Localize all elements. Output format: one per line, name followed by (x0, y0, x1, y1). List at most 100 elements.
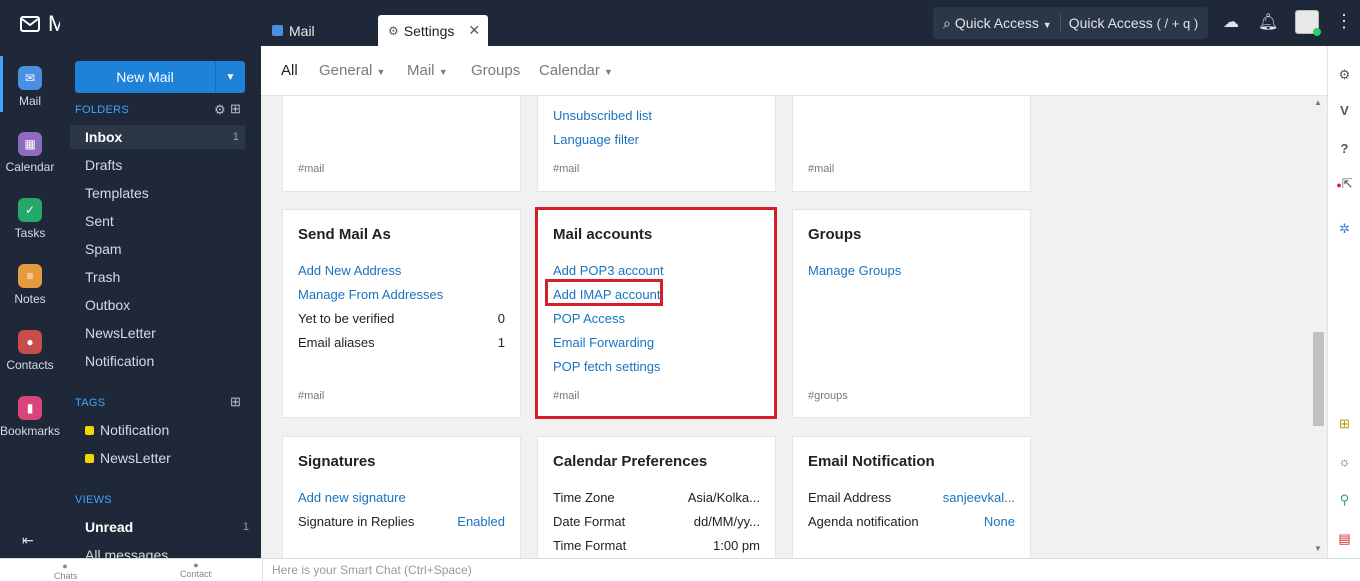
avatar[interactable] (1295, 10, 1321, 36)
chat-icon: ● (62, 561, 68, 571)
settings-gear-icon[interactable]: ⚙ (1328, 67, 1360, 83)
filter-groups[interactable]: Groups (471, 62, 520, 79)
contacts-icon: ● (18, 330, 42, 354)
tab-mail[interactable]: Mail (261, 15, 378, 46)
card-title: Calendar Preferences (553, 453, 708, 470)
tasks-icon: ✓ (18, 198, 42, 222)
unsubscribed-list-link[interactable]: Unsubscribed list (553, 106, 760, 126)
filter-calendar[interactable]: Calendar ▼ (539, 62, 613, 79)
close-tab-icon[interactable]: ✕ (468, 22, 480, 39)
folder-notification[interactable]: Notification (85, 349, 255, 373)
new-mail-button[interactable]: New Mail ▼ (75, 61, 245, 93)
rail-item-calendar[interactable]: ▦ Calendar (0, 132, 60, 174)
folder-spam[interactable]: Spam (85, 237, 255, 261)
folder-drafts[interactable]: Drafts (85, 153, 255, 177)
notification-bell-icon[interactable]: 🔔︎ (1258, 12, 1278, 32)
quick-access-dropdown[interactable]: Quick Access ▼ (955, 15, 1052, 31)
signature-replies-toggle[interactable]: Enabled (457, 512, 505, 532)
filter-label: General (319, 62, 373, 79)
send-mail-as-card: Send Mail As Add New Address Manage From… (282, 209, 521, 418)
language-filter-link[interactable]: Language filter (553, 130, 760, 150)
scroll-down-icon[interactable]: ▼ (1314, 544, 1322, 553)
right-tool-rail: ⚙ V ? ●⇱ ✲ ⊞ ☼ ⚲ ▤ (1327, 46, 1360, 558)
folder-outbox[interactable]: Outbox (85, 293, 255, 317)
folder-sent[interactable]: Sent (85, 209, 255, 233)
new-feature-icon[interactable]: ⚲ (1328, 492, 1360, 508)
add-tag-icon[interactable]: ⊞ (230, 394, 241, 410)
integrations-icon[interactable]: ✲ (1328, 221, 1360, 237)
smart-chat-input[interactable]: Here is your Smart Chat (Ctrl+Space) (262, 559, 1360, 581)
search-icon: ⌕ (943, 14, 951, 31)
chats-button[interactable]: ● Chats (54, 561, 78, 581)
folder-trash[interactable]: Trash (85, 265, 255, 289)
app-grid-icon[interactable]: ⋮⋮⋮ (1335, 11, 1360, 32)
sticky-note-icon[interactable]: ⊞ (1328, 416, 1360, 432)
filter-all[interactable]: All (281, 62, 298, 79)
setting-label: Agenda notification (808, 514, 919, 529)
rail-item-bookmarks[interactable]: ▮ Bookmarks (0, 396, 60, 438)
tag-notification[interactable]: Notification (85, 418, 255, 442)
folder-inbox[interactable]: Inbox 1 (70, 125, 245, 149)
manage-from-addresses-link[interactable]: Manage From Addresses (298, 285, 505, 305)
tag-label: NewsLetter (100, 450, 171, 466)
agenda-notification-value[interactable]: None (984, 512, 1015, 532)
link-label: Manage From Addresses (298, 287, 444, 302)
setting-row: Time Zone Asia/Kolka... (553, 488, 760, 508)
card-hashtag: #mail (298, 163, 325, 175)
mail-icon: ✉ (18, 66, 42, 90)
tab-settings[interactable]: ⚙ Settings ✕ (378, 15, 488, 46)
setting-label: Signature in Replies (298, 514, 415, 529)
add-imap-highlight (545, 279, 663, 306)
zia-icon[interactable]: V (1328, 103, 1360, 118)
folder-sidebar: New Mail ▼ FOLDERS ⚙ ⊞ Inbox 1 Drafts Te… (60, 0, 261, 558)
tag-newsletter[interactable]: NewsLetter (85, 446, 255, 470)
scroll-up-icon[interactable]: ▲ (1314, 98, 1322, 107)
calendar-preferences-card: Calendar Preferences Time Zone Asia/Kolka… (537, 436, 776, 558)
rail-label: Contacts (6, 358, 54, 372)
rail-item-contacts[interactable]: ● Contacts (0, 330, 60, 372)
setting-value: 1:00 pm (713, 538, 760, 553)
groups-card: Groups Manage Groups #groups (792, 209, 1031, 418)
filter-mail[interactable]: Mail ▼ (407, 62, 448, 79)
new-mail-dropdown[interactable]: ▼ (215, 61, 245, 93)
scrollbar-thumb[interactable] (1313, 332, 1324, 426)
gear-icon: ⚙ (388, 23, 399, 38)
folder-settings-icon[interactable]: ⚙ (214, 102, 226, 118)
folder-label: Spam (85, 241, 122, 257)
email-address-value[interactable]: sanjeevkal... (943, 488, 1015, 508)
setting-row: Signature in Replies Enabled (298, 512, 505, 532)
vertical-scrollbar[interactable]: ▲ ▼ (1310, 96, 1327, 558)
rail-item-notes[interactable]: ≡ Notes (0, 264, 60, 306)
contacts-button[interactable]: ● Contacts (180, 561, 212, 581)
card-hashtag: #mail (553, 163, 580, 175)
view-all-messages[interactable]: All messages (85, 543, 255, 558)
tag-label: Notification (100, 422, 170, 438)
quick-access-search[interactable]: Quick Access ( / + q ) (1069, 15, 1198, 31)
whats-new-icon[interactable]: ●⇱ (1328, 176, 1360, 192)
tab-label: Settings (403, 22, 455, 39)
cloud-sync-icon[interactable]: ☁ (1223, 12, 1239, 32)
chevron-down-icon: ▼ (604, 67, 613, 77)
feedback-icon[interactable]: ▤ (1328, 531, 1360, 547)
help-icon[interactable]: ? (1328, 141, 1360, 156)
folder-templates[interactable]: Templates (85, 181, 255, 205)
rail-label: Bookmarks (0, 424, 61, 438)
chevron-down-icon: ▼ (376, 67, 386, 77)
rail-item-mail[interactable]: ✉ Mail (0, 66, 60, 108)
chevron-down-icon: ▼ (1042, 20, 1052, 30)
rail-item-tasks[interactable]: ✓ Tasks (0, 198, 60, 240)
folder-label: Inbox (85, 129, 123, 145)
view-unread[interactable]: Unread 1 (85, 515, 255, 539)
card-hashtag: #mail (298, 390, 325, 402)
add-new-signature-link[interactable]: Add new signature (298, 488, 505, 508)
add-folder-icon[interactable]: ⊞ (230, 101, 241, 117)
setting-label: Yet to be verified (298, 311, 395, 326)
folder-newsletter[interactable]: NewsLetter (85, 321, 255, 345)
rail-label: Notes (14, 292, 46, 306)
manage-groups-link[interactable]: Manage Groups (808, 261, 1015, 281)
filter-general[interactable]: General ▼ (319, 62, 385, 79)
chats-label: Chats (54, 571, 78, 581)
add-new-address-link[interactable]: Add New Address (298, 261, 505, 281)
theme-toggle-icon[interactable]: ☼ (1328, 454, 1360, 469)
collapse-sidebar-icon[interactable]: ⇤ (22, 532, 34, 549)
